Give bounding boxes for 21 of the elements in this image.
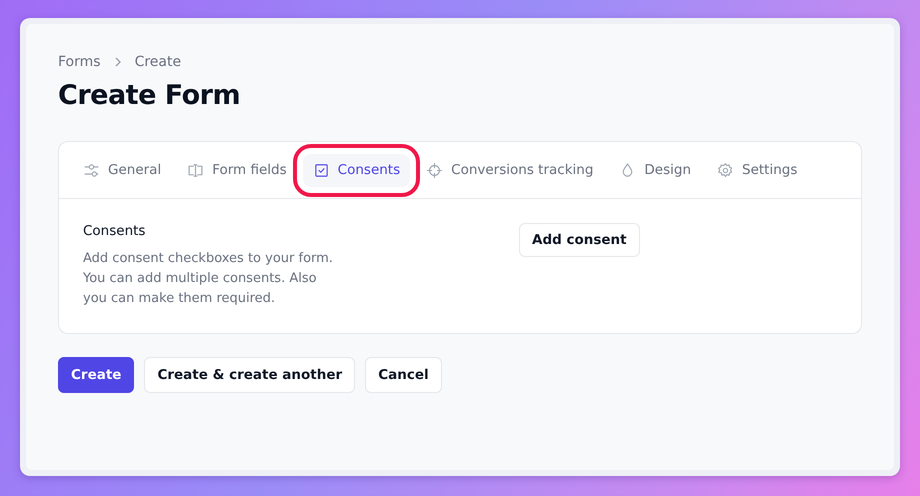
- settings-icon: [717, 162, 734, 178]
- action-button[interactable]: Create & create another: [144, 357, 356, 393]
- create-button[interactable]: Create: [58, 357, 134, 393]
- text-cursor-box-icon: [187, 162, 204, 178]
- chevron-right-icon: [112, 57, 123, 67]
- tab[interactable]: Conversions tracking: [416, 154, 604, 186]
- section-description: Add consent checkboxes to your form. You can add multiple consents. Also you can make them required.: [83, 250, 333, 308]
- action-button[interactable]: Cancel: [365, 357, 442, 393]
- breadcrumb-link[interactable]: Create: [134, 54, 182, 70]
- crosshair-icon: [426, 162, 444, 178]
- add-consent-button[interactable]: Add consent: [519, 223, 640, 257]
- tab[interactable]: General: [73, 154, 172, 186]
- tab[interactable]: Settings: [707, 154, 808, 186]
- tab[interactable]: Design: [609, 154, 702, 186]
- tab[interactable]: Form fields: [177, 154, 297, 186]
- breadcrumb-link[interactable]: Forms: [58, 54, 101, 70]
- section-heading: Consents: [83, 223, 146, 239]
- page-title: Create Form: [58, 80, 242, 111]
- checkbox-icon: [312, 162, 330, 178]
- tab[interactable]: Consents: [302, 154, 410, 186]
- sliders-icon: [83, 162, 100, 178]
